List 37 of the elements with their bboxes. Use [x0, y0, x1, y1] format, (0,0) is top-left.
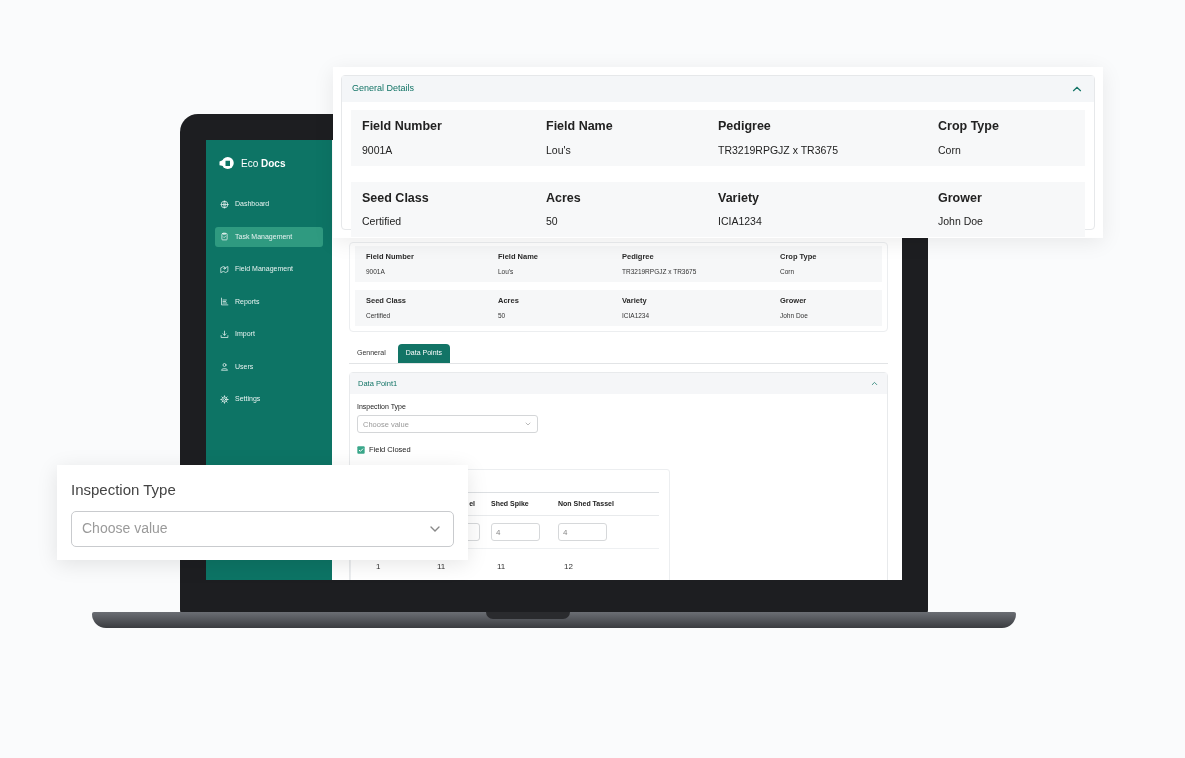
field-label: Inspection Type — [71, 480, 177, 500]
field-value: Lou's — [546, 142, 572, 158]
field-label: Variety — [718, 189, 760, 207]
field-label: Field Number — [362, 118, 443, 135]
field-label: Pedigree — [718, 118, 772, 135]
download-icon — [220, 329, 229, 339]
field-value: 9001A — [362, 142, 394, 158]
logo-icon — [218, 154, 236, 172]
placeholder-text: Choose value — [82, 519, 168, 538]
select-field[interactable]: Choose value — [71, 510, 454, 547]
number-input[interactable]: 4 — [558, 523, 607, 541]
field-value: TR3219RPGJZ x TR3675 — [718, 142, 840, 158]
logo-text: Eco Docs — [241, 156, 286, 171]
table-cell: 1 — [376, 562, 381, 571]
field-label: Field Name — [546, 118, 614, 135]
globe-icon — [220, 199, 229, 209]
field-label: Crop Type — [938, 118, 1000, 135]
checkbox[interactable] — [357, 445, 365, 454]
table-cell: 11 — [497, 562, 506, 571]
clipboard-icon — [220, 232, 229, 242]
field-value: Corn — [938, 142, 962, 158]
field-value: John Doe — [938, 214, 984, 230]
map-icon — [220, 264, 229, 274]
table-cell: 11 — [437, 562, 446, 571]
field-label: Acres — [546, 189, 582, 207]
field-value: 50 — [546, 214, 559, 230]
number-input[interactable]: 4 — [491, 523, 540, 541]
gear-icon — [220, 394, 229, 404]
field-value: Certified — [362, 214, 403, 230]
user-icon — [220, 362, 229, 372]
field-value: ICIA1234 — [718, 214, 763, 230]
field-label: Seed Class — [362, 189, 430, 207]
chart-icon — [220, 297, 229, 307]
table-cell: 12 — [564, 562, 573, 571]
panel-header[interactable]: General Details — [342, 76, 1094, 102]
panel-title: General Details — [352, 82, 415, 96]
field-label: Grower — [938, 189, 983, 207]
